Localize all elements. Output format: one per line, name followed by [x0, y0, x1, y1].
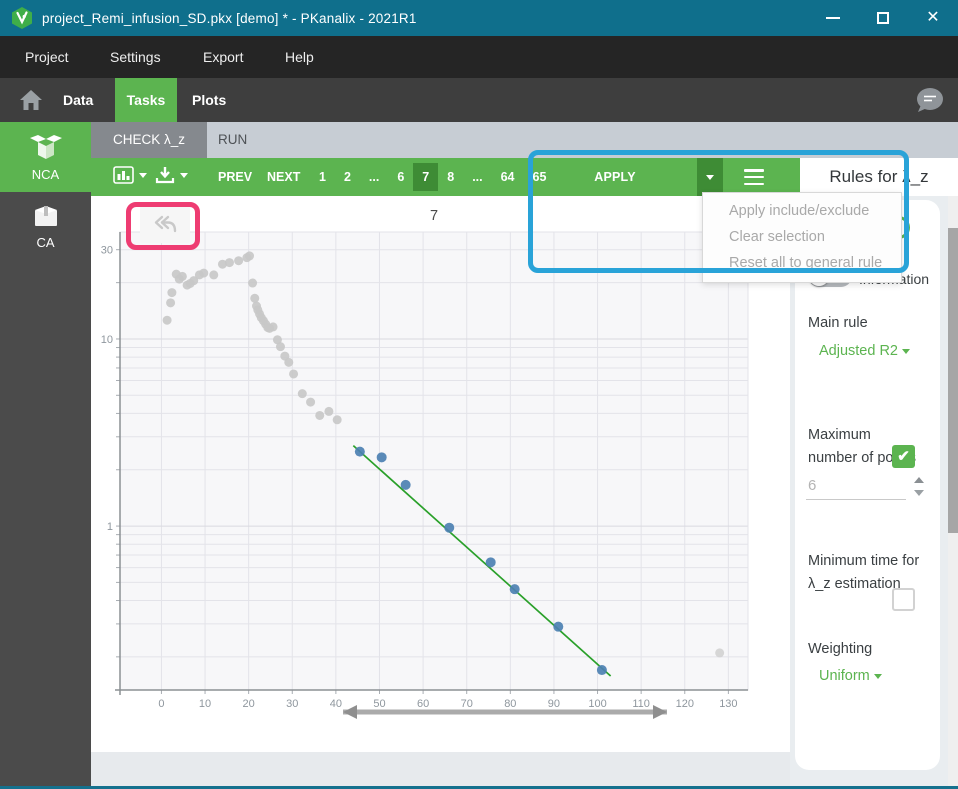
- svg-text:70: 70: [461, 698, 473, 710]
- svg-text:30: 30: [286, 698, 298, 710]
- close-button[interactable]: ✕: [908, 0, 958, 36]
- bar-chart-icon: [113, 166, 134, 184]
- lambda-z-plot[interactable]: 0 10 20 30 40 50 60 70 80 90 100 110 120 130 30 10 1: [91, 196, 790, 752]
- menu-item[interactable]: Clear selection: [703, 224, 901, 250]
- svg-text:50: 50: [373, 698, 385, 710]
- page-button-6[interactable]: 6: [388, 163, 413, 191]
- nav-bar: Data Tasks Plots: [0, 78, 958, 122]
- svg-text:40: 40: [330, 698, 342, 710]
- next-button[interactable]: NEXT: [267, 158, 300, 196]
- chevron-down-icon: [902, 349, 910, 354]
- sidebar-item-nca[interactable]: NCA: [0, 122, 91, 192]
- page-ellipsis: ...: [463, 163, 491, 191]
- undo-icon: [152, 215, 178, 233]
- minimize-button[interactable]: [808, 0, 858, 36]
- vertical-scrollbar[interactable]: [948, 196, 958, 787]
- undo-button[interactable]: [140, 205, 190, 243]
- apply-dropdown-button[interactable]: [697, 158, 723, 196]
- subject-id-title: 7: [120, 208, 748, 224]
- closed-box-icon: [32, 204, 60, 228]
- page-button-2[interactable]: 2: [335, 163, 360, 191]
- tab-plots[interactable]: Plots: [192, 78, 226, 122]
- svg-text:30: 30: [101, 245, 113, 257]
- sidebar-item-label: CA: [0, 235, 91, 260]
- spinner-up-icon[interactable]: [914, 477, 924, 483]
- menu-export[interactable]: Export: [203, 36, 243, 78]
- weighting-select[interactable]: Uniform: [819, 668, 882, 684]
- menu-bar: Project Settings Export Help: [0, 36, 958, 78]
- menu-settings[interactable]: Settings: [110, 36, 161, 78]
- svg-text:100: 100: [588, 698, 606, 710]
- spinner-down-icon[interactable]: [914, 490, 924, 496]
- open-box-icon: [28, 134, 64, 160]
- hamburger-menu-button[interactable]: [737, 167, 771, 187]
- main-rule-select[interactable]: Adjusted R2: [819, 343, 910, 359]
- svg-text:120: 120: [676, 698, 694, 710]
- tab-data[interactable]: Data: [63, 78, 93, 122]
- window-title: project_Remi_infusion_SD.pkx [demo] * - …: [42, 11, 417, 26]
- svg-text:110: 110: [632, 698, 650, 710]
- message-bubble-icon[interactable]: [914, 87, 944, 114]
- rules-panel-title: Rules for λ_z: [800, 158, 958, 196]
- page-button-64[interactable]: 64: [492, 163, 524, 191]
- task-sidebar: NCA CA: [0, 122, 91, 787]
- svg-text:80: 80: [504, 698, 516, 710]
- subtab-bar: CHECK λ_z RUN: [91, 122, 958, 158]
- prev-button[interactable]: PREV: [218, 158, 252, 196]
- plot-toolbar: PREV NEXT 12...678...6465 APPLY INCLUDE/…: [91, 158, 958, 196]
- page-button-7[interactable]: 7: [413, 163, 438, 191]
- svg-text:1: 1: [107, 521, 113, 533]
- max-points-input[interactable]: 6: [806, 474, 906, 500]
- chevron-down-icon: [180, 173, 188, 178]
- min-time-checkbox[interactable]: [892, 588, 915, 611]
- chevron-down-icon: [139, 173, 147, 178]
- download-icon: [155, 166, 175, 184]
- context-menu: Apply include/excludeClear selectionRese…: [702, 192, 902, 283]
- home-icon[interactable]: [19, 89, 43, 111]
- tab-tasks[interactable]: Tasks: [115, 78, 177, 122]
- menu-project[interactable]: Project: [25, 36, 69, 78]
- svg-text:60: 60: [417, 698, 429, 710]
- svg-text:20: 20: [243, 698, 255, 710]
- export-plot-button[interactable]: [155, 166, 188, 184]
- menu-help[interactable]: Help: [285, 36, 314, 78]
- subtab-run[interactable]: RUN: [196, 122, 269, 158]
- rules-panel-card: Information Main rule Adjusted R2 Maximu…: [795, 200, 940, 770]
- main-rule-label: Main rule: [808, 312, 868, 335]
- sidebar-item-ca[interactable]: CA: [0, 192, 91, 260]
- chevron-down-icon: [706, 175, 714, 180]
- plot-type-button[interactable]: [113, 166, 147, 184]
- sidebar-item-label: NCA: [0, 167, 91, 192]
- menu-item[interactable]: Apply include/exclude: [703, 198, 901, 224]
- svg-text:10: 10: [199, 698, 211, 710]
- maximize-button[interactable]: [858, 0, 908, 36]
- weighting-label: Weighting: [808, 638, 872, 661]
- svg-text:130: 130: [719, 698, 737, 710]
- svg-text:0: 0: [158, 698, 164, 710]
- pkanalix-logo-icon: [12, 7, 32, 29]
- page-ellipsis: ...: [360, 163, 388, 191]
- max-points-checkbox[interactable]: ✔: [892, 445, 915, 468]
- page-button-8[interactable]: 8: [438, 163, 463, 191]
- apply-include-exclude-button[interactable]: APPLY INCLUDE/EXCLUDE: [533, 158, 697, 196]
- subtab-check-lambda-z[interactable]: CHECK λ_z: [91, 122, 207, 158]
- svg-text:10: 10: [101, 334, 113, 346]
- menu-item[interactable]: Reset all to general rule: [703, 250, 901, 276]
- chevron-down-icon: [874, 674, 882, 679]
- title-bar: project_Remi_infusion_SD.pkx [demo] * - …: [0, 0, 958, 36]
- page-button-1[interactable]: 1: [310, 163, 335, 191]
- app-window: project_Remi_infusion_SD.pkx [demo] * - …: [0, 0, 958, 789]
- scrollbar-thumb[interactable]: [948, 228, 958, 533]
- pagination: 12...678...6465: [310, 158, 555, 196]
- svg-text:90: 90: [548, 698, 560, 710]
- lambda-z-plot-card: 0 10 20 30 40 50 60 70 80 90 100 110 120 130 30 10 1 7: [91, 196, 790, 752]
